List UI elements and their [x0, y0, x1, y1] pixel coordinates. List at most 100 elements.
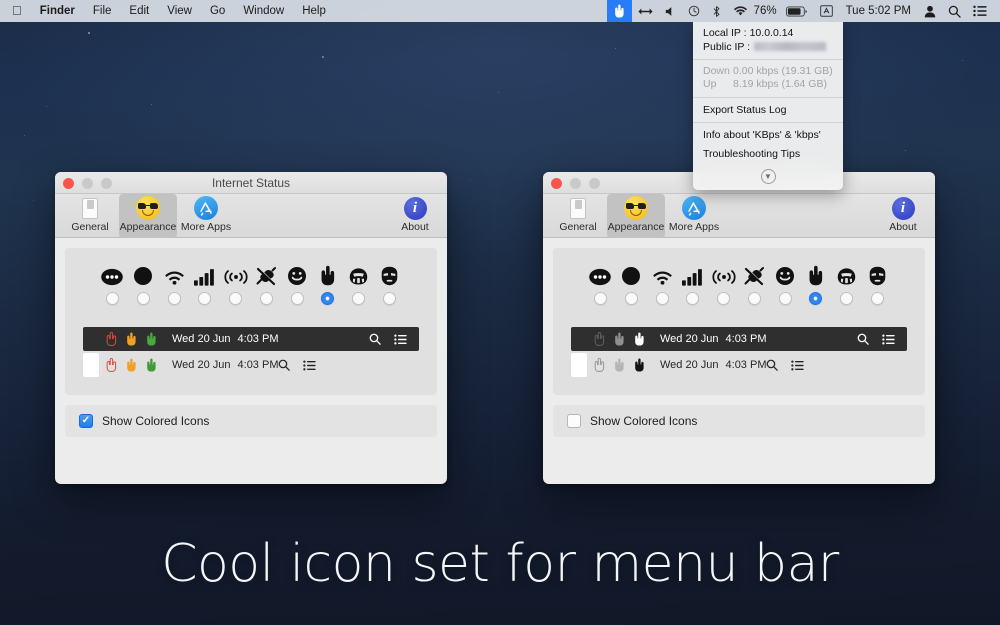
- toolbar: General Appearance More Apps i About: [543, 194, 935, 238]
- radio-button[interactable]: [259, 292, 273, 305]
- rock-hand-icon: [594, 358, 605, 372]
- radio-button[interactable]: [198, 292, 212, 305]
- radio-button[interactable]: [686, 292, 700, 305]
- info-about-units-item[interactable]: Info about 'KBps' & 'kbps': [693, 123, 843, 147]
- about-button[interactable]: i About: [877, 196, 929, 233]
- icon-choice-broadcast[interactable]: [708, 260, 739, 305]
- icon-choice-smiley[interactable]: [282, 260, 313, 305]
- icon-choice-smiley[interactable]: [770, 260, 801, 305]
- maximize-button[interactable]: [589, 178, 600, 189]
- radio-button[interactable]: [871, 292, 885, 305]
- chevron-down-icon[interactable]: ▼: [760, 169, 776, 184]
- bluetooth-icon[interactable]: [706, 0, 727, 22]
- radio-button[interactable]: [167, 292, 181, 305]
- close-button[interactable]: [63, 178, 74, 189]
- dots-circle-icon: [588, 260, 612, 286]
- icon-choice-filled-circle[interactable]: [616, 260, 647, 305]
- tab-appearance[interactable]: Appearance: [119, 194, 177, 238]
- tab-general-label: General: [71, 221, 109, 233]
- radio-button[interactable]: [809, 292, 823, 305]
- show-colored-icons-row[interactable]: Show Colored Icons: [553, 405, 925, 437]
- preview-time: 4:03 PM: [237, 333, 279, 345]
- radio-button[interactable]: [290, 292, 304, 305]
- rock-hand-icon[interactable]: [606, 0, 632, 22]
- radio-button[interactable]: [778, 292, 792, 305]
- time-machine-icon[interactable]: [682, 0, 706, 22]
- icon-choice-plug[interactable]: [739, 260, 770, 305]
- minimize-button[interactable]: [82, 178, 93, 189]
- volume-icon[interactable]: [659, 0, 682, 22]
- icon-choice-signal-bars[interactable]: [677, 260, 708, 305]
- star: [498, 92, 500, 94]
- menu-bar-left:  Finder File Edit View Go Window Help: [0, 0, 335, 22]
- control-center-list-icon[interactable]: [967, 0, 993, 22]
- tab-general[interactable]: General: [61, 194, 119, 233]
- radio-button[interactable]: [840, 292, 854, 305]
- radio-button[interactable]: [321, 292, 335, 305]
- battery-icon[interactable]: [780, 0, 814, 22]
- tab-more-apps[interactable]: More Apps: [177, 194, 235, 233]
- menu-item-view[interactable]: View: [158, 0, 201, 22]
- radio-button[interactable]: [383, 292, 397, 305]
- radio-button[interactable]: [655, 292, 669, 305]
- tab-general[interactable]: General: [549, 194, 607, 233]
- radio-button[interactable]: [352, 292, 366, 305]
- arrows-horizontal-icon[interactable]: [632, 0, 659, 22]
- radio-button[interactable]: [593, 292, 607, 305]
- icon-choice-plug[interactable]: [251, 260, 282, 305]
- menu-item-help[interactable]: Help: [293, 0, 335, 22]
- radio-button[interactable]: [717, 292, 731, 305]
- radio-button[interactable]: [747, 292, 761, 305]
- icon-choice-iron-man[interactable]: [862, 260, 893, 305]
- broadcast-icon: [224, 260, 248, 286]
- rock-hand-icon: [635, 332, 644, 346]
- preview-right-icons-dark: [857, 333, 899, 345]
- search-icon[interactable]: [942, 0, 967, 22]
- show-colored-icons-checkbox[interactable]: [567, 414, 581, 428]
- keyboard-input-icon[interactable]: [814, 0, 839, 22]
- icon-choice-iron-man[interactable]: [374, 260, 405, 305]
- menu-bar-clock[interactable]: Tue 5:02 PM: [839, 0, 918, 22]
- icon-choice-rock-hand[interactable]: [313, 260, 344, 305]
- download-value: 0.00 kbps (19.31 GB): [733, 65, 833, 77]
- maximize-button[interactable]: [101, 178, 112, 189]
- preview-date: Wed 20 Jun: [172, 359, 231, 371]
- icon-choice-wifi[interactable]: [647, 260, 678, 305]
- local-ip-label: Local IP :: [703, 27, 747, 39]
- traffic-section: Down 0.00 kbps (19.31 GB) Up 8.19 kbps (…: [693, 60, 843, 97]
- show-colored-icons-row[interactable]: Show Colored Icons: [65, 405, 437, 437]
- close-button[interactable]: [551, 178, 562, 189]
- wifi-icon[interactable]: [727, 0, 754, 22]
- menu-item-window[interactable]: Window: [234, 0, 293, 22]
- show-colored-icons-checkbox[interactable]: [79, 414, 93, 428]
- icon-choice-filled-circle[interactable]: [128, 260, 159, 305]
- minimize-button[interactable]: [570, 178, 581, 189]
- icon-choice-wifi[interactable]: [159, 260, 190, 305]
- preview-icons-light: [593, 358, 646, 372]
- window-body: Wed 20 Jun 4:03 PM: [55, 238, 447, 447]
- icon-choice-stormtrooper[interactable]: [831, 260, 862, 305]
- icon-choice-dots-circle[interactable]: [97, 260, 128, 305]
- icon-choice-broadcast[interactable]: [220, 260, 251, 305]
- radio-button[interactable]: [105, 292, 119, 305]
- radio-button[interactable]: [229, 292, 243, 305]
- export-status-log-item[interactable]: Export Status Log: [693, 98, 843, 122]
- about-button[interactable]: i About: [389, 196, 441, 233]
- user-icon[interactable]: [918, 0, 942, 22]
- tab-appearance[interactable]: Appearance: [607, 194, 665, 238]
- rock-hand-icon: [806, 260, 826, 286]
- menu-item-file[interactable]: File: [84, 0, 121, 22]
- radio-button[interactable]: [624, 292, 638, 305]
- menu-item-finder[interactable]: Finder: [31, 0, 84, 22]
- troubleshooting-tips-item[interactable]: Troubleshooting Tips: [693, 147, 843, 166]
- about-label: About: [401, 221, 429, 233]
- apple-logo-icon[interactable]: : [8, 0, 31, 22]
- icon-choice-dots-circle[interactable]: [585, 260, 616, 305]
- icon-choice-signal-bars[interactable]: [189, 260, 220, 305]
- icon-choice-stormtrooper[interactable]: [343, 260, 374, 305]
- menu-item-edit[interactable]: Edit: [120, 0, 158, 22]
- tab-more-apps[interactable]: More Apps: [665, 194, 723, 233]
- menu-item-go[interactable]: Go: [201, 0, 234, 22]
- radio-button[interactable]: [136, 292, 150, 305]
- icon-choice-rock-hand[interactable]: [801, 260, 832, 305]
